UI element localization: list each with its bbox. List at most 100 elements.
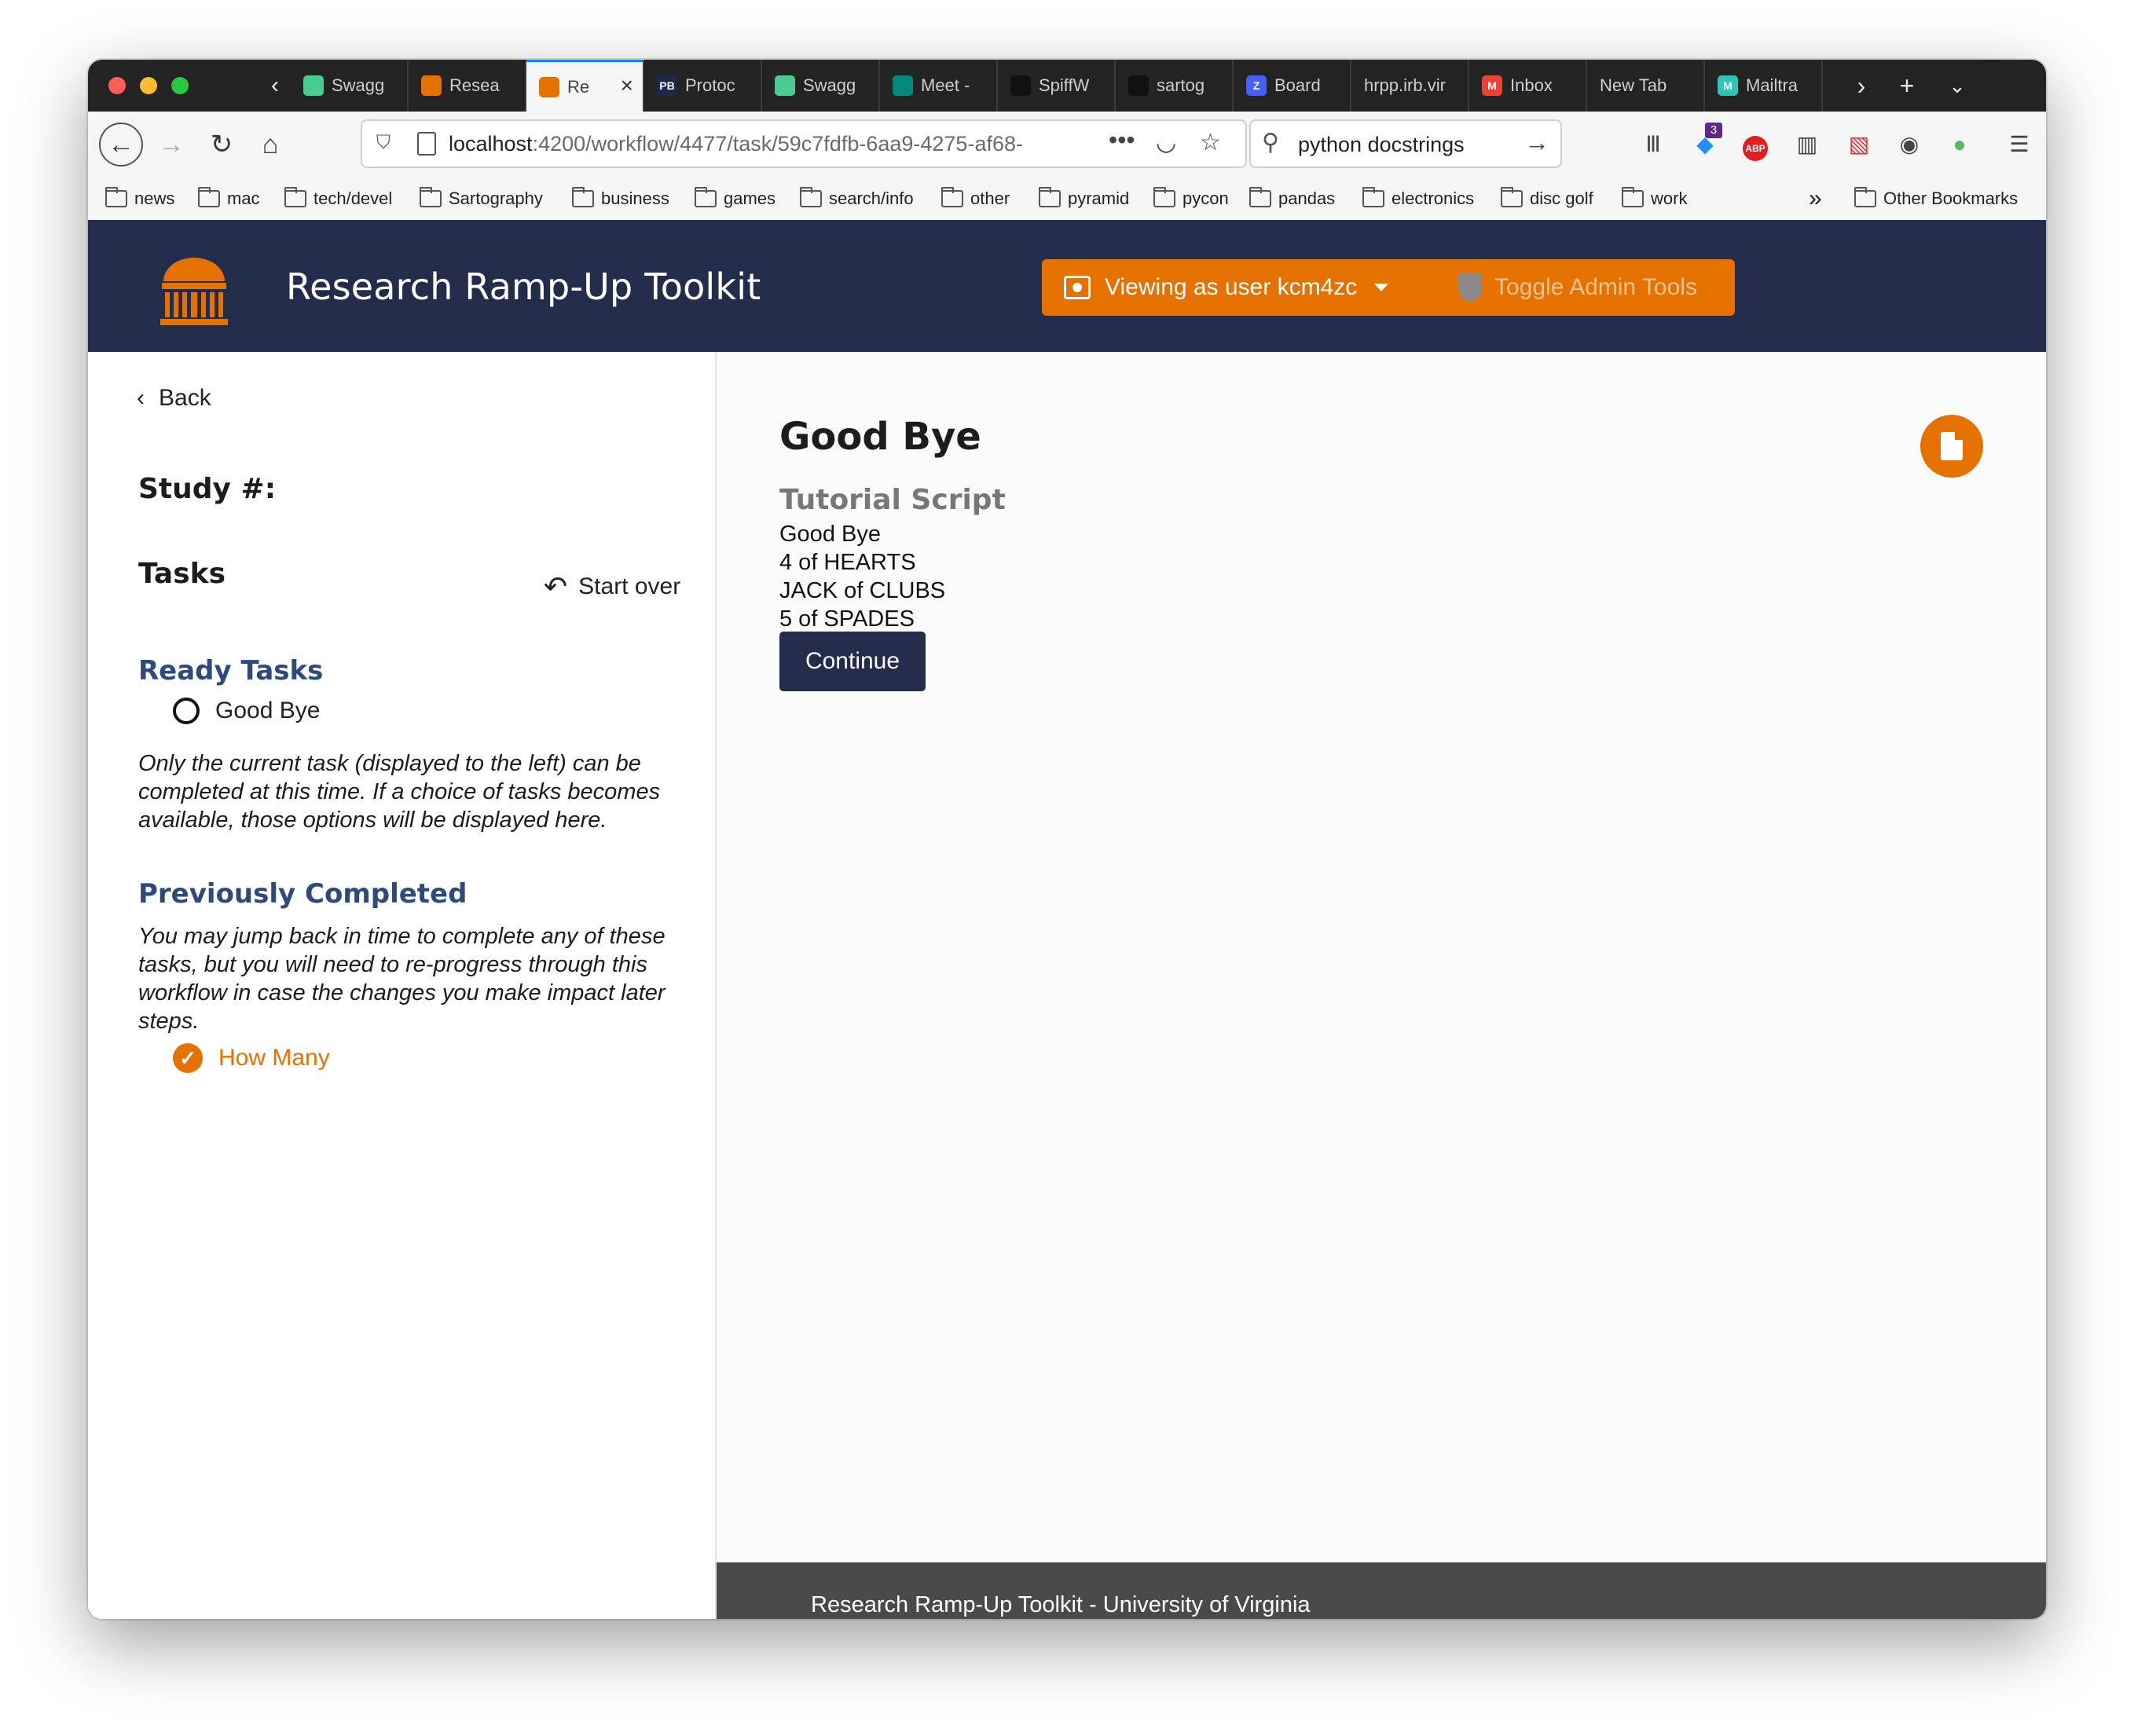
- github-icon: [1010, 75, 1031, 96]
- menu-icon[interactable]: ☰: [2002, 127, 2037, 162]
- back-icon[interactable]: ←: [99, 123, 143, 167]
- extension-alert-icon[interactable]: ◆ 3: [1688, 123, 1722, 162]
- browser-tab[interactable]: Re ×: [526, 60, 644, 112]
- minimize-window-button[interactable]: [140, 77, 157, 94]
- task-sidebar: ‹ Back Study #: Tasks ↶ Start over Ready…: [88, 352, 717, 1619]
- other-bookmarks[interactable]: Other Bookmarks: [1854, 178, 2018, 220]
- tab-label: sartog: [1157, 75, 1205, 95]
- bookmark-folder[interactable]: tech/devel: [284, 178, 392, 220]
- bookmark-folder[interactable]: games: [695, 178, 776, 220]
- tracking-shield-icon[interactable]: ⛉: [376, 132, 397, 156]
- new-tab-icon[interactable]: +: [1887, 68, 1927, 104]
- page-actions-icon[interactable]: •••: [1109, 126, 1135, 155]
- zoom-window-button[interactable]: [171, 77, 189, 94]
- folder-icon: [1622, 187, 1644, 207]
- viewing-as-dropdown[interactable]: Viewing as user kcm4zc: [1064, 259, 1389, 316]
- tab-scroll-left-icon[interactable]: ‹: [259, 68, 291, 104]
- reader-view-icon[interactable]: ▥: [1790, 127, 1824, 162]
- check-circle-icon: ✓: [173, 1043, 203, 1073]
- bookmark-folder[interactable]: Sartography: [420, 178, 543, 220]
- toggle-admin-tools-button[interactable]: Toggle Admin Tools: [1458, 259, 1697, 316]
- bookmark-folder[interactable]: work: [1622, 178, 1687, 220]
- browser-tab[interactable]: hrpp.irb.vir: [1351, 60, 1469, 112]
- start-over-button[interactable]: ↶ Start over: [544, 570, 680, 603]
- more-bookmarks-icon[interactable]: »: [1809, 178, 1822, 220]
- bookmark-folder[interactable]: disc golf: [1501, 178, 1593, 220]
- bookmark-label: Sartography: [449, 189, 543, 208]
- adblock-icon[interactable]: ABP: [1738, 127, 1773, 162]
- ready-tasks-heading: Ready Tasks: [138, 655, 324, 687]
- browser-tab[interactable]: Meet -: [880, 60, 998, 112]
- document-icon: [1941, 432, 1963, 460]
- bookmark-label: other: [970, 189, 1010, 208]
- account-icon[interactable]: ◉: [1892, 127, 1927, 162]
- bookmark-label: electronics: [1392, 189, 1475, 208]
- tab-scroll-right-icon[interactable]: ›: [1842, 68, 1881, 104]
- search-input[interactable]: python docstrings: [1298, 133, 1465, 157]
- other-bookmarks-label: Other Bookmarks: [1883, 189, 2018, 208]
- close-window-button[interactable]: [108, 77, 126, 94]
- url-host: localhost: [449, 132, 533, 156]
- page-info-icon[interactable]: [417, 132, 436, 156]
- browser-tab[interactable]: New Tab: [1587, 60, 1705, 112]
- toggle-admin-label: Toggle Admin Tools: [1494, 274, 1697, 300]
- folder-icon: [1153, 187, 1175, 207]
- browser-tab[interactable]: M Inbox: [1469, 60, 1587, 112]
- extension-green-icon[interactable]: ●: [1942, 127, 1977, 162]
- bookmark-star-icon[interactable]: ☆: [1200, 129, 1221, 156]
- browser-tab[interactable]: sartog: [1116, 60, 1234, 112]
- bookmark-folder[interactable]: mac: [198, 178, 260, 220]
- close-tab-icon[interactable]: ×: [621, 73, 633, 98]
- bookmark-label: news: [134, 189, 175, 208]
- browser-tab[interactable]: M Mailtra: [1705, 60, 1823, 112]
- browser-tab[interactable]: Swagg: [291, 60, 409, 112]
- github-icon: [1128, 75, 1149, 96]
- url-text[interactable]: localhost:4200/workflow/4477/task/59c7fd…: [449, 132, 1077, 156]
- pocket-icon[interactable]: ◡: [1156, 129, 1176, 156]
- reload-icon[interactable]: ↻: [200, 123, 244, 167]
- browser-tab[interactable]: PB Protoc: [644, 60, 762, 112]
- rotunda-logo[interactable]: [157, 253, 231, 327]
- script-line: 4 of HEARTS: [779, 550, 916, 575]
- search-go-icon[interactable]: →: [1524, 128, 1549, 157]
- browser-tab[interactable]: Resea: [409, 60, 526, 112]
- gmail-icon: M: [1482, 75, 1502, 96]
- browser-tab[interactable]: Swagg: [762, 60, 880, 112]
- url-path: :4200/workflow/4477/task/59c7fdfb-6aa9-4…: [532, 132, 1023, 156]
- tasks-heading: Tasks: [138, 558, 226, 590]
- browser-tab[interactable]: Z Board: [1234, 60, 1351, 112]
- bookmark-folder[interactable]: electronics: [1362, 178, 1474, 220]
- video-blocker-icon[interactable]: ▧: [1842, 127, 1876, 162]
- bookmark-label: work: [1651, 189, 1688, 208]
- task-content: Good Bye Tutorial Script Good Bye 4 of H…: [717, 352, 2046, 1619]
- ready-task-item[interactable]: Good Bye: [173, 698, 320, 724]
- bookmark-label: disc golf: [1530, 189, 1593, 208]
- library-icon[interactable]: Ⅲ: [1636, 127, 1670, 162]
- forward-icon[interactable]: →: [149, 123, 193, 167]
- bookmark-folder[interactable]: pyramid: [1039, 178, 1129, 220]
- bookmark-folder[interactable]: pandas: [1249, 178, 1335, 220]
- browser-tab[interactable]: SpiffW: [998, 60, 1116, 112]
- bookmark-folder[interactable]: other: [941, 178, 1010, 220]
- back-button[interactable]: ‹ Back: [137, 385, 211, 412]
- url-bar[interactable]: ⛉ localhost:4200/workflow/4477/task/59c7…: [361, 119, 1247, 168]
- bookmark-folder[interactable]: news: [105, 178, 174, 220]
- documentation-button[interactable]: [1920, 415, 1983, 478]
- bookmark-folder[interactable]: pycon: [1153, 178, 1229, 220]
- swagger-icon: [303, 75, 324, 96]
- bookmark-folder[interactable]: business: [572, 178, 669, 220]
- folder-icon: [1854, 187, 1876, 207]
- tab-bar: ‹ Swagg Resea Re × PB Protoc Swagg Meet - SpiffW…: [88, 60, 2046, 112]
- bookmark-folder[interactable]: search/info: [800, 178, 914, 220]
- tab-label: Mailtra: [1746, 75, 1798, 95]
- continue-button[interactable]: Continue: [779, 632, 926, 691]
- search-bar[interactable]: ⚲ python docstrings →: [1249, 119, 1562, 168]
- completed-task-item[interactable]: ✓ How Many: [173, 1043, 330, 1073]
- bookmarks-toolbar: » Other Bookmarks news mac tech/devel Sarto…: [88, 178, 2046, 221]
- home-icon[interactable]: ⌂: [248, 123, 292, 167]
- tab-label: Protoc: [685, 75, 735, 95]
- folder-icon: [800, 187, 822, 207]
- previously-completed-heading: Previously Completed: [138, 878, 468, 910]
- list-tabs-icon[interactable]: ⌄: [1938, 68, 1977, 104]
- ready-tasks-note: Only the current task (displayed to the …: [138, 751, 661, 833]
